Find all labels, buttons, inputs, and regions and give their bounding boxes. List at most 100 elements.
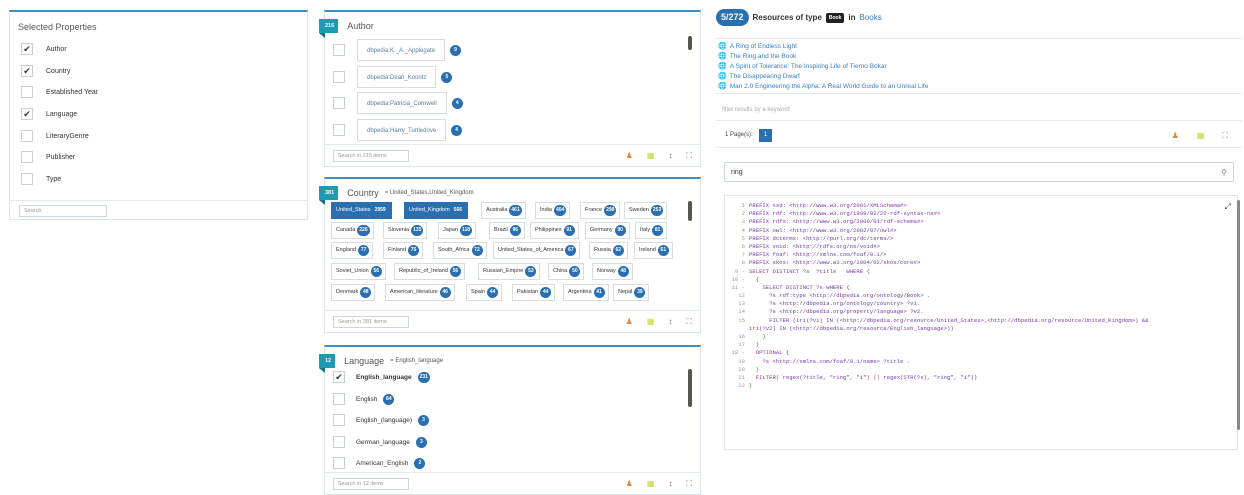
country-tag[interactable]: Japan 118 xyxy=(438,222,477,239)
result-item[interactable]: 🌐 The Disappearing Dwarf xyxy=(718,71,1242,81)
globe-icon: 🌐 xyxy=(718,83,727,90)
grid-icon[interactable]: ▦ xyxy=(647,479,655,488)
country-tag[interactable]: Spain 44 xyxy=(466,284,503,301)
grid-icon[interactable]: ▦ xyxy=(1197,131,1205,140)
country-tag[interactable]: Ireland 61 xyxy=(634,242,673,259)
sort-icon[interactable]: ↕ xyxy=(668,317,672,326)
scrollbar[interactable] xyxy=(1237,200,1240,430)
property-item-country[interactable]: ✔ Country xyxy=(21,64,71,78)
result-item[interactable]: 🌐 A Spirit of Tolerance: The Inspiring Li… xyxy=(718,61,1242,71)
keyword-search-input[interactable]: ring ⚲ xyxy=(724,162,1234,182)
country-tag[interactable]: United_States_of_America 67 xyxy=(493,242,581,259)
language-item[interactable]: American_English 2 xyxy=(333,456,426,470)
author-search-input[interactable]: Search in 215 items xyxy=(333,150,409,162)
country-tag[interactable]: Denmark 48 xyxy=(331,284,376,301)
sort-icon[interactable]: ↕ xyxy=(668,479,672,488)
user-icon[interactable]: ♟ xyxy=(1172,131,1179,140)
country-tag[interactable]: India 404 xyxy=(535,202,571,219)
results-filter-input[interactable]: filter results by a keyword xyxy=(722,107,790,113)
result-item[interactable]: 🌐 Man 2.0 Engineering the Alpha: A Real W… xyxy=(718,81,1242,91)
sparql-editor[interactable]: ⤢ 1 PREFIX xsd: <http://www.w3.org/2001/X… xyxy=(724,195,1238,450)
checkbox[interactable] xyxy=(333,457,345,469)
country-tag[interactable]: Soviet_Union 56 xyxy=(331,263,386,280)
country-tag[interactable]: Russian_Empire 53 xyxy=(478,263,541,280)
scrollbar[interactable] xyxy=(688,36,692,50)
checkbox[interactable] xyxy=(333,44,345,56)
grid-icon[interactable]: ▦ xyxy=(647,317,655,326)
country-tag[interactable]: Finland 75 xyxy=(383,242,424,259)
country-tag[interactable]: Australia 461 xyxy=(481,202,526,219)
grid-icon[interactable]: ▦ xyxy=(647,151,655,160)
country-tag[interactable]: American_literature 46 xyxy=(385,284,455,301)
author-item[interactable]: dbpedia:K._A._Applegate 9 xyxy=(333,39,462,61)
property-item-language[interactable]: ✔ Language xyxy=(21,107,77,121)
property-item-publisher[interactable]: Publisher xyxy=(21,150,75,164)
dataset-link[interactable]: Books xyxy=(860,13,882,22)
property-item-type[interactable]: Type xyxy=(21,172,61,186)
country-tag[interactable]: Slovenia 135 xyxy=(383,222,428,239)
country-tag[interactable]: China 50 xyxy=(548,263,585,280)
country-tag[interactable]: United_States 2959 xyxy=(331,202,392,219)
country-tag[interactable]: South_Africa 72 xyxy=(433,242,487,259)
language-item[interactable]: English_(language) 3 xyxy=(333,413,430,427)
country-tag[interactable]: Pakistan 44 xyxy=(512,284,556,301)
language-item[interactable]: German_language 3 xyxy=(333,435,427,449)
code-line: 22} xyxy=(738,382,753,390)
author-item[interactable]: dbpedia:Harry_Turtledove 4 xyxy=(333,119,463,141)
language-item[interactable]: English 84 xyxy=(333,392,395,406)
author-item[interactable]: dbpedia:Patricia_Cornwell 4 xyxy=(333,92,463,114)
result-item[interactable]: 🌐 The Ring and the Book xyxy=(718,51,1242,61)
checkbox[interactable] xyxy=(333,414,345,426)
checkbox[interactable] xyxy=(333,97,345,109)
user-icon[interactable]: ♟ xyxy=(626,479,633,488)
checkbox[interactable]: ✔ xyxy=(21,65,33,77)
country-tag[interactable]: France 298 xyxy=(580,202,621,219)
scrollbar[interactable] xyxy=(688,369,692,407)
checkbox[interactable] xyxy=(333,71,345,83)
property-item-established-year[interactable]: Established Year xyxy=(21,85,98,99)
checkbox[interactable] xyxy=(333,124,345,136)
page-button[interactable]: 1 xyxy=(759,129,772,142)
country-tag[interactable]: Sweden 253 xyxy=(624,202,668,219)
sort-icon[interactable]: ↕ xyxy=(668,151,672,160)
property-search-input[interactable]: Search xyxy=(19,205,107,217)
checkbox[interactable] xyxy=(333,436,345,448)
country-tag[interactable]: Philippines 91 xyxy=(530,222,579,239)
expand-icon[interactable]: ⛶ xyxy=(686,151,692,160)
fullscreen-icon[interactable]: ⤢ xyxy=(1225,202,1231,212)
checkbox[interactable] xyxy=(21,130,33,142)
checkbox[interactable]: ✔ xyxy=(21,43,33,55)
expand-icon[interactable]: ⛶ xyxy=(1222,131,1228,140)
country-tag[interactable]: Canada 226 xyxy=(331,222,374,239)
language-item[interactable]: ✔ English_language 231 xyxy=(333,370,430,384)
country-tag[interactable]: England 77 xyxy=(331,242,374,259)
expand-icon[interactable]: ⛶ xyxy=(686,317,692,326)
result-item[interactable]: 🌐 A Ring of Endless Light xyxy=(718,41,1242,51)
country-tag[interactable]: Brazil 96 xyxy=(489,222,525,239)
user-icon[interactable]: ♟ xyxy=(626,151,633,160)
country-search-input[interactable]: Search in 381 items xyxy=(333,316,409,328)
author-item[interactable]: dbpedia:Dean_Koontz 5 xyxy=(333,66,453,88)
country-tag[interactable]: Republic_of_Ireland 56 xyxy=(394,263,465,280)
country-tag[interactable]: Nepal 39 xyxy=(613,284,650,301)
checkbox[interactable] xyxy=(333,393,345,405)
property-item-author[interactable]: ✔ Author xyxy=(21,42,67,56)
checkbox[interactable]: ✔ xyxy=(333,371,345,383)
property-item-literarygenre[interactable]: LiteraryGenre xyxy=(21,129,89,143)
country-tag[interactable]: Norway 48 xyxy=(592,263,633,280)
country-tag[interactable]: United_Kingdom 566 xyxy=(404,202,469,219)
language-search-input[interactable]: Search in 12 items xyxy=(333,478,409,490)
checkbox[interactable] xyxy=(21,86,33,98)
country-tag[interactable]: Italy 81 xyxy=(635,222,668,239)
checkbox[interactable] xyxy=(21,173,33,185)
user-icon[interactable]: ♟ xyxy=(626,317,633,326)
checkbox[interactable]: ✔ xyxy=(21,108,33,120)
search-icon[interactable]: ⚲ xyxy=(1221,163,1227,182)
selected-properties-title: Selected Properties xyxy=(18,22,97,32)
checkbox[interactable] xyxy=(21,151,33,163)
expand-icon[interactable]: ⛶ xyxy=(686,479,692,488)
country-tag[interactable]: Germany 90 xyxy=(585,222,630,239)
country-tag[interactable]: Argentina 41 xyxy=(563,284,609,301)
country-tag[interactable]: Russia 62 xyxy=(589,242,628,259)
scrollbar[interactable] xyxy=(688,201,692,221)
